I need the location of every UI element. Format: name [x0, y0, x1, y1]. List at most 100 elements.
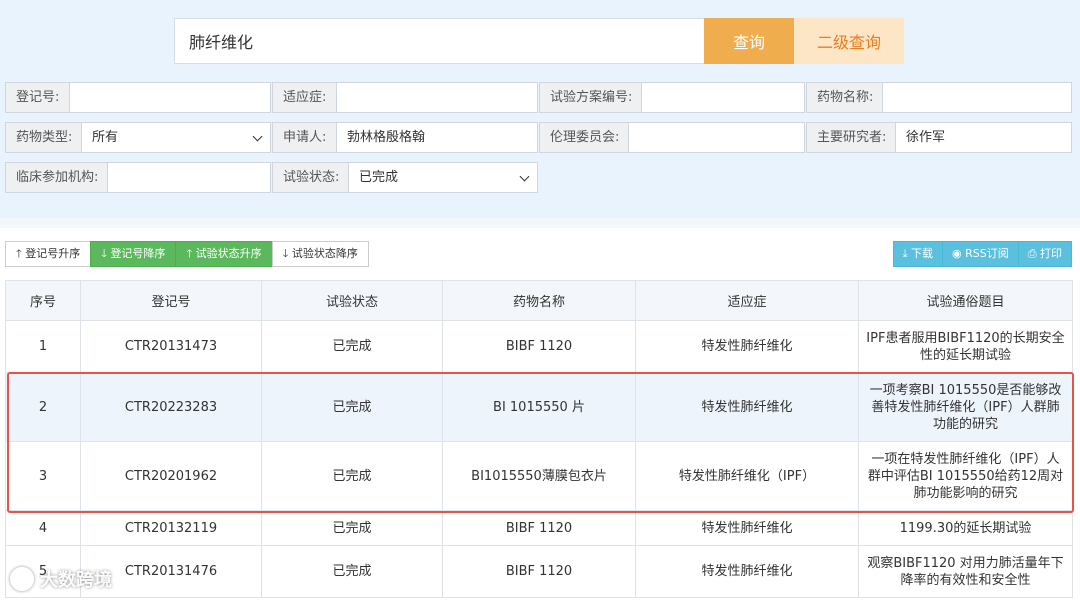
site-field[interactable]: 临床参加机构: — [5, 162, 271, 193]
cell-title: 1199.30的延长期试验 — [858, 510, 1073, 546]
table-row[interactable]: 3 CTR20201962 已完成 BI1015550薄膜包衣片 特发性肺纤维化… — [5, 441, 1073, 511]
download-button[interactable]: ⤓ 下载 — [892, 241, 943, 267]
table-row[interactable]: 2 CTR20223283 已完成 BI 1015550 片 特发性肺纤维化 一… — [5, 372, 1073, 442]
cell-status: 已完成 — [261, 372, 443, 442]
site-input[interactable] — [108, 163, 270, 192]
status-label: 试验状态: — [273, 163, 349, 192]
sort-status-desc-button[interactable]: 🡓 试验状态降序 — [271, 241, 369, 267]
cell-no: 4 — [5, 510, 81, 546]
drug-name-field[interactable]: 药物名称: — [806, 82, 1072, 113]
col-header-indication: 适应症 — [635, 280, 859, 321]
ethics-input[interactable] — [629, 123, 804, 152]
arrow-down-icon: 🡓 — [282, 247, 292, 260]
reg-no-field[interactable]: 登记号: — [5, 82, 271, 113]
download-label: 下载 — [910, 247, 933, 260]
arrow-up-icon: 🡑 — [186, 247, 196, 260]
search-input[interactable] — [174, 18, 705, 64]
col-header-status: 试验状态 — [261, 280, 443, 321]
protocol-no-label: 试验方案编号: — [540, 83, 642, 112]
cell-drug: BIBF 1120 — [442, 545, 636, 598]
rss-button[interactable]: ◉ RSS订阅 — [941, 241, 1019, 267]
separator — [0, 218, 1080, 228]
indication-field[interactable]: 适应症: — [272, 82, 538, 113]
cell-title: 一项在特发性肺纤维化（IPF）人群中评估BI 1015550给药12周对肺功能影… — [858, 441, 1073, 511]
rss-label: RSS订阅 — [965, 247, 1009, 260]
sort-toolbar: 🡑 登记号升序 🡓 登记号降序 🡑 试验状态升序 🡓 试验状态降序 — [5, 241, 369, 267]
query-button[interactable]: 查询 — [704, 18, 794, 64]
print-button[interactable]: ⎙ 打印 — [1017, 241, 1072, 267]
sort-status-asc-label: 试验状态升序 — [195, 247, 262, 260]
cell-title: 观察BIBF1120 对用力肺活量年下降率的有效性和安全性 — [858, 545, 1073, 598]
drug-name-label: 药物名称: — [807, 83, 883, 112]
sort-reg-desc-button[interactable]: 🡓 登记号降序 — [90, 241, 177, 267]
cell-drug: BIBF 1120 — [442, 510, 636, 546]
cell-indication: 特发性肺纤维化（IPF） — [635, 441, 859, 511]
cell-reg-link[interactable]: CTR20131473 — [80, 320, 262, 373]
applicant-label: 申请人: — [273, 123, 337, 152]
cell-reg-link[interactable]: CTR20132119 — [80, 510, 262, 546]
cell-drug: BI1015550薄膜包衣片 — [442, 441, 636, 511]
drug-type-label: 药物类型: — [6, 123, 82, 152]
sort-reg-asc-button[interactable]: 🡑 登记号升序 — [5, 241, 92, 267]
cell-status: 已完成 — [261, 510, 443, 546]
watermark-text: 大数跨境 — [40, 570, 112, 591]
download-icon: ⤓ — [902, 247, 911, 260]
cell-status: 已完成 — [261, 545, 443, 598]
rss-icon: ◉ — [951, 247, 966, 260]
reg-no-input[interactable] — [70, 83, 270, 112]
sort-reg-asc-label: 登记号升序 — [25, 247, 81, 260]
print-icon: ⎙ — [1027, 247, 1040, 260]
protocol-no-input[interactable] — [642, 83, 804, 112]
cell-title: IPF患者服用BIBF1120的长期安全性的延长期试验 — [858, 320, 1073, 373]
action-toolbar: ⤓ 下载 ◉ RSS订阅 ⎙ 打印 — [892, 241, 1072, 267]
cell-no: 2 — [5, 372, 81, 442]
cell-no: 3 — [5, 441, 81, 511]
applicant-field[interactable]: 申请人: 勃林格殷格翰 — [272, 122, 538, 153]
pi-input[interactable]: 徐作军 — [896, 123, 1071, 152]
cell-indication: 特发性肺纤维化 — [635, 320, 859, 373]
cell-status: 已完成 — [261, 441, 443, 511]
cell-status: 已完成 — [261, 320, 443, 373]
ethics-field[interactable]: 伦理委员会: — [539, 122, 805, 153]
arrow-up-icon: 🡑 — [16, 247, 26, 260]
watermark-logo-icon — [10, 567, 34, 591]
cell-title: 一项考察BI 1015550是否能够改善特发性肺纤维化（IPF）人群肺功能的研究 — [858, 372, 1073, 442]
ethics-label: 伦理委员会: — [540, 123, 629, 152]
sort-status-asc-button[interactable]: 🡑 试验状态升序 — [175, 241, 273, 267]
status-select[interactable]: 已完成 — [349, 163, 537, 192]
cell-reg-link[interactable]: CTR20201962 — [80, 441, 262, 511]
col-header-reg: 登记号 — [80, 280, 262, 321]
sort-reg-desc-label: 登记号降序 — [110, 247, 166, 260]
indication-input[interactable] — [337, 83, 537, 112]
cell-drug: BI 1015550 片 — [442, 372, 636, 442]
site-label: 临床参加机构: — [6, 163, 108, 192]
table-row[interactable]: 4 CTR20132119 已完成 BIBF 1120 特发性肺纤维化 1199… — [5, 510, 1073, 546]
indication-label: 适应症: — [273, 83, 337, 112]
pi-label: 主要研究者: — [807, 123, 896, 152]
applicant-input[interactable]: 勃林格殷格翰 — [337, 123, 537, 152]
status-field[interactable]: 试验状态: 已完成 — [272, 162, 538, 193]
col-header-title: 试验通俗题目 — [858, 280, 1073, 321]
table-row[interactable]: 1 CTR20131473 已完成 BIBF 1120 特发性肺纤维化 IPF患… — [5, 320, 1073, 373]
cell-no: 1 — [5, 320, 81, 373]
table-row[interactable]: 5 CTR20131476 已完成 BIBF 1120 特发性肺纤维化 观察BI… — [5, 545, 1073, 598]
advanced-query-button[interactable]: 二级查询 — [794, 18, 904, 64]
cell-indication: 特发性肺纤维化 — [635, 372, 859, 442]
cell-reg-link[interactable]: CTR20223283 — [80, 372, 262, 442]
cell-drug: BIBF 1120 — [442, 320, 636, 373]
protocol-no-field[interactable]: 试验方案编号: — [539, 82, 805, 113]
print-label: 打印 — [1040, 247, 1062, 260]
watermark: 大数跨境 — [10, 566, 112, 592]
drug-type-select[interactable]: 所有 — [82, 123, 270, 152]
col-header-drug: 药物名称 — [442, 280, 636, 321]
pi-field[interactable]: 主要研究者: 徐作军 — [806, 122, 1072, 153]
cell-indication: 特发性肺纤维化 — [635, 510, 859, 546]
drug-type-field[interactable]: 药物类型: 所有 — [5, 122, 271, 153]
drug-name-input[interactable] — [883, 83, 1071, 112]
results-table: 序号 登记号 试验状态 药物名称 适应症 试验通俗题目 1 CTR2013147… — [5, 280, 1073, 598]
search-panel: 查询 二级查询 登记号: 适应症: 试验方案编号: 药物名称: 药物类型: 所有… — [0, 0, 1080, 218]
table-header-row: 序号 登记号 试验状态 药物名称 适应症 试验通俗题目 — [5, 280, 1073, 321]
col-header-no: 序号 — [5, 280, 81, 321]
sort-status-desc-label: 试验状态降序 — [291, 247, 358, 260]
cell-indication: 特发性肺纤维化 — [635, 545, 859, 598]
